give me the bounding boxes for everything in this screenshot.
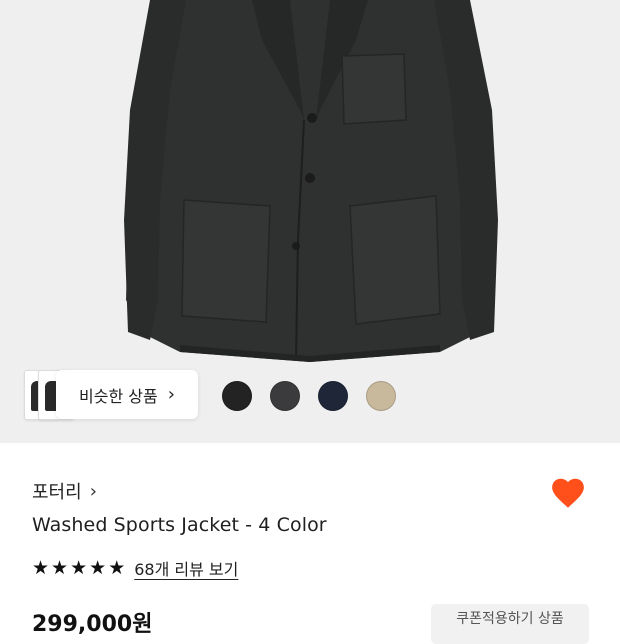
- star-icon: ★: [70, 556, 88, 579]
- star-icon: ★: [89, 556, 107, 579]
- brand-name: 포터리: [32, 482, 82, 503]
- coupon-badge[interactable]: 쿠폰적용하기 상품: [431, 604, 589, 644]
- similar-products-label: 비슷한 상품: [79, 386, 158, 406]
- chevron-right-icon: ›: [89, 480, 97, 502]
- star-icon: ★: [51, 556, 69, 579]
- heart-icon[interactable]: [549, 474, 587, 512]
- swatch-navy[interactable]: [318, 381, 348, 411]
- product-title: Washed Sports Jacket - 4 Color: [32, 514, 327, 536]
- brand-link[interactable]: 포터리 ›: [32, 478, 97, 504]
- product-image[interactable]: 비슷한 상품 ›: [0, 0, 620, 443]
- star-rating: ★ ★ ★ ★ ★: [32, 556, 126, 579]
- review-link[interactable]: 68개 리뷰 보기: [134, 556, 238, 580]
- swatch-charcoal[interactable]: [270, 381, 300, 411]
- similar-products-button[interactable]: 비슷한 상품 ›: [56, 370, 198, 419]
- swatch-black[interactable]: [222, 381, 252, 411]
- swatch-beige[interactable]: [366, 381, 396, 411]
- color-swatches: [222, 381, 396, 411]
- star-icon: ★: [108, 556, 126, 579]
- rating-row: ★ ★ ★ ★ ★ 68개 리뷰 보기: [32, 556, 238, 580]
- product-price: 299,000원: [32, 612, 153, 637]
- star-icon: ★: [32, 556, 50, 579]
- chevron-right-icon: ›: [167, 384, 175, 405]
